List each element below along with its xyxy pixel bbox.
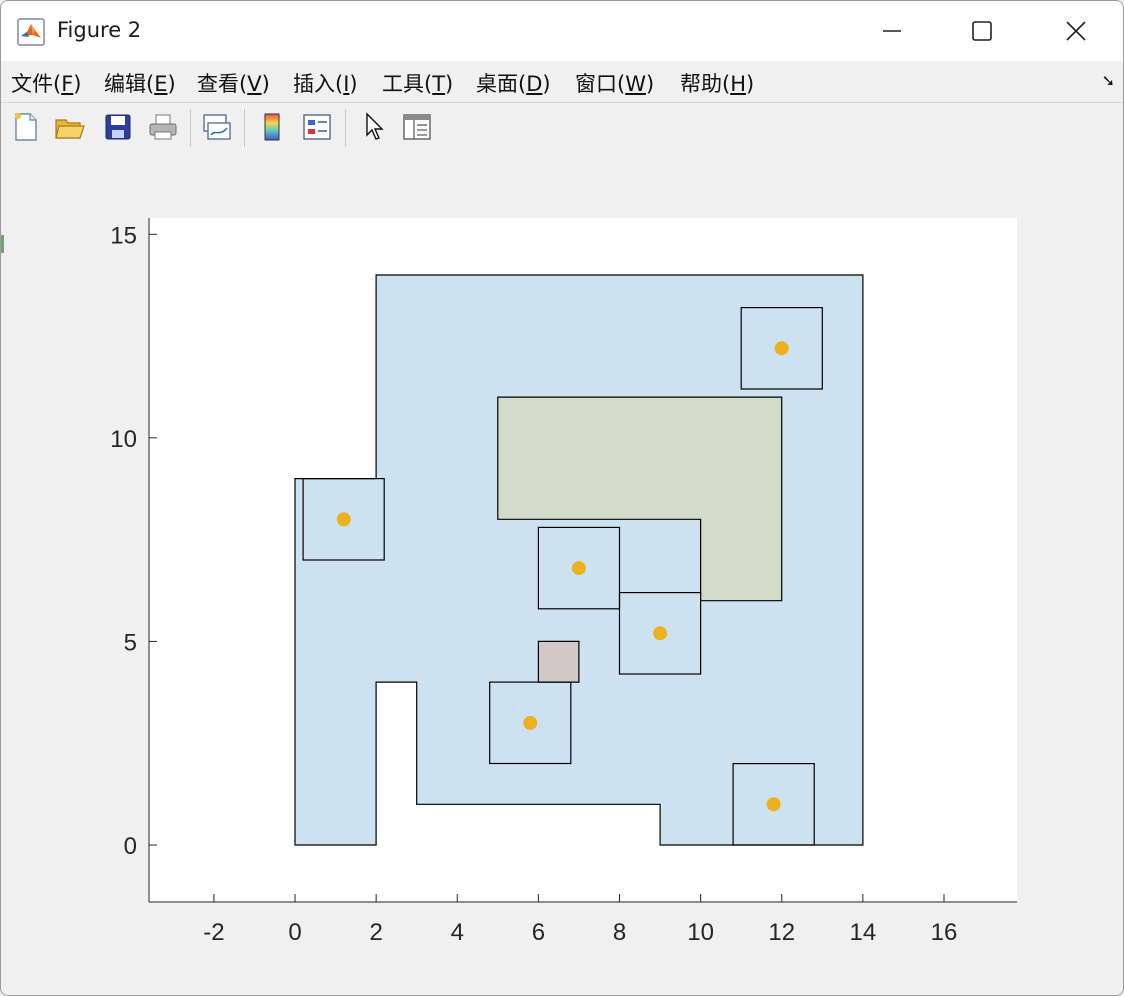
title-bar: Figure 2	[1, 1, 1123, 61]
property-inspector-icon	[403, 114, 431, 140]
maximize-icon	[972, 21, 992, 41]
minimize-button[interactable]	[869, 13, 915, 49]
edit-pointer-icon	[366, 112, 384, 140]
menu-window[interactable]: 窗口(W)	[575, 68, 654, 98]
y-tick-label: 5	[124, 629, 137, 656]
colorbar-button[interactable]	[255, 109, 289, 145]
toolbar-separator	[244, 109, 245, 147]
toolbar-separator	[190, 109, 191, 147]
menu-edit[interactable]: 编辑(E)	[104, 68, 176, 98]
save-icon	[105, 114, 131, 140]
menu-insert[interactable]: 插入(I)	[293, 68, 358, 98]
colorbar-icon	[264, 113, 280, 141]
menu-bar: 文件(F) 编辑(E) 查看(V) 插入(I) 工具(T) 桌面(D) 窗口(W…	[1, 61, 1123, 101]
window-title: Figure 2	[57, 18, 142, 42]
save-button[interactable]	[101, 109, 135, 145]
property-inspector-button[interactable]	[400, 109, 434, 145]
y-tick-label: 15	[110, 222, 137, 249]
data-point	[336, 512, 351, 527]
x-tick-label: 16	[931, 919, 958, 946]
menu-tools[interactable]: 工具(T)	[382, 68, 453, 98]
y-tick-label: 0	[124, 833, 137, 860]
link-plot-button[interactable]	[199, 109, 233, 145]
print-icon	[149, 114, 177, 140]
menu-view[interactable]: 查看(V)	[197, 68, 270, 98]
figure-toolbar	[1, 102, 1123, 154]
obstacle-polygon	[537, 640, 580, 683]
open-file-icon	[55, 119, 85, 139]
legend-icon	[303, 114, 331, 140]
close-button[interactable]	[1053, 13, 1099, 49]
plot-axes[interactable]: -2 0 2 4 6 8 10 12 14 16 0 5 10 15	[1, 153, 1123, 995]
x-tick-label: 6	[532, 919, 545, 946]
x-tick-label: 12	[768, 919, 795, 946]
x-tick-label: 10	[687, 919, 714, 946]
data-point	[774, 341, 789, 356]
figure-canvas: -2 0 2 4 6 8 10 12 14 16 0 5 10 15	[1, 153, 1123, 995]
x-tick-label: 8	[613, 919, 626, 946]
legend-button[interactable]	[300, 109, 334, 145]
x-tick-label: 2	[369, 919, 382, 946]
link-plot-icon	[203, 114, 231, 140]
x-tick-label: 14	[850, 919, 877, 946]
x-tick-label: 4	[451, 919, 464, 946]
menu-desktop[interactable]: 桌面(D)	[476, 68, 551, 98]
toolbar-separator	[345, 109, 346, 147]
data-point	[766, 797, 781, 812]
maximize-button[interactable]	[959, 13, 1005, 49]
y-tick-label: 10	[110, 426, 137, 453]
x-tick-label: 0	[288, 919, 301, 946]
matlab-logo-icon	[17, 18, 45, 46]
new-figure-button[interactable]	[9, 109, 43, 145]
data-point	[571, 561, 586, 576]
data-point	[653, 626, 668, 641]
x-tick-label: -2	[203, 919, 224, 946]
edit-pointer-button[interactable]	[357, 109, 391, 145]
print-button[interactable]	[146, 109, 180, 145]
menu-help[interactable]: 帮助(H)	[680, 68, 754, 98]
close-icon	[1066, 21, 1086, 41]
data-point	[523, 715, 538, 730]
dock-arrow-icon[interactable]: ➘	[1102, 71, 1115, 90]
menu-file[interactable]: 文件(F)	[11, 68, 82, 98]
new-figure-icon	[15, 113, 37, 141]
open-file-button[interactable]	[53, 109, 87, 145]
minimize-icon	[883, 30, 901, 32]
figure-window: Figure 2 文件(F) 编辑(E) 查看(V) 插入(I) 工具(T) 桌…	[0, 0, 1124, 996]
